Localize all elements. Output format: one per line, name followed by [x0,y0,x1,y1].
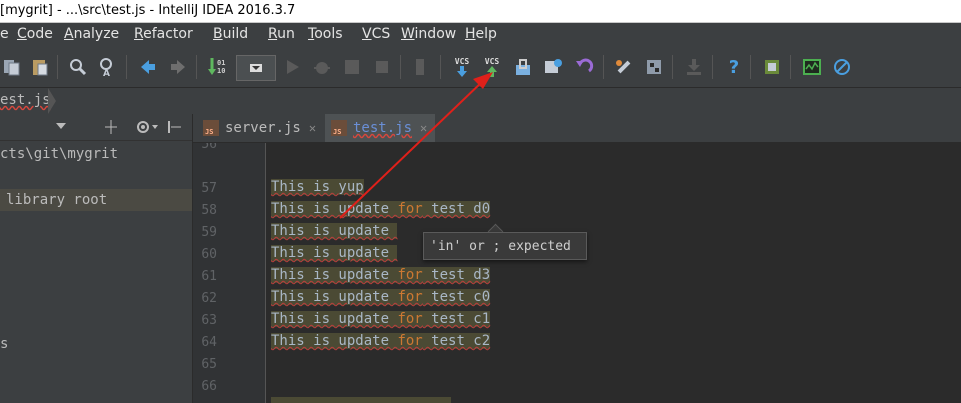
annotation-arrow [339,72,493,219]
